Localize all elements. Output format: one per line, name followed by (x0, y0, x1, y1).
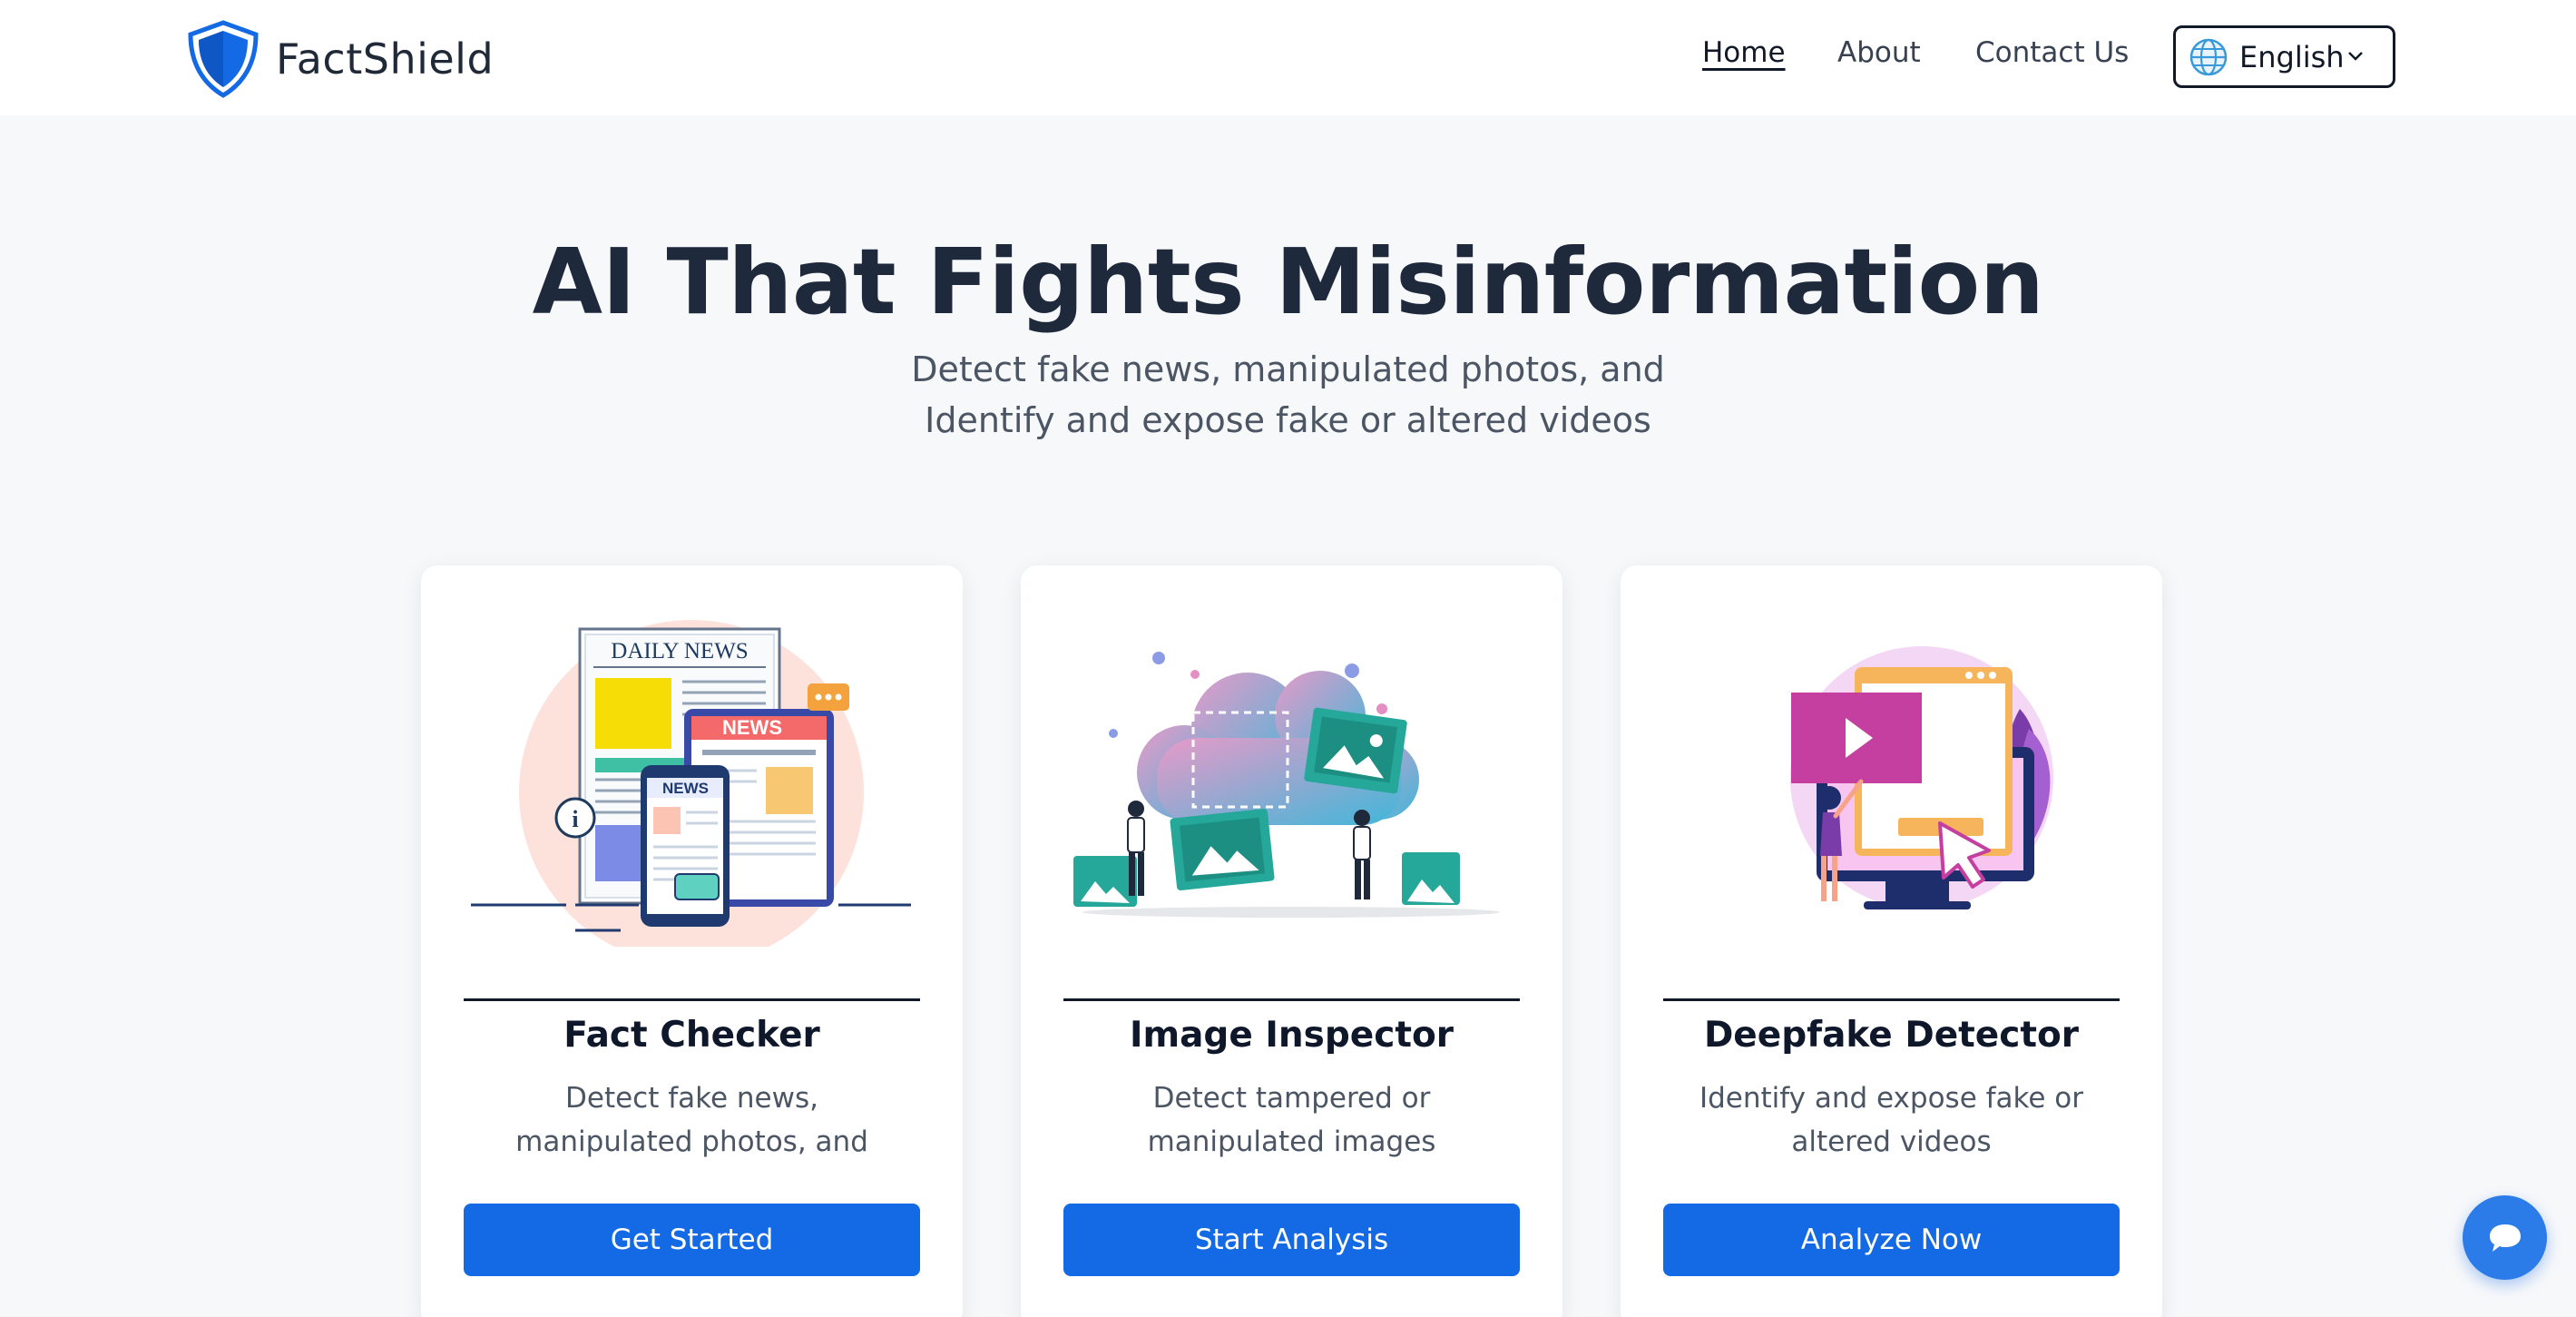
brand[interactable]: FactShield (187, 20, 494, 98)
deepfake-detector-card: Deepfake Detector Identify and expose fa… (1621, 565, 2162, 1317)
hero-subtitle-line-2: Identify and expose fake or altered vide… (925, 400, 1651, 440)
hero-title: AI That Fights Misinformation (532, 229, 2044, 335)
card-divider (1063, 998, 1520, 1001)
image-inspector-card: Image Inspector Detect tampered or manip… (1021, 565, 1562, 1317)
shield-icon (188, 20, 259, 98)
phone-news-text: NEWS (662, 780, 709, 797)
daily-news-text: DAILY NEWS (611, 639, 748, 663)
language-label: English (2239, 39, 2345, 74)
fact-checker-title: Fact Checker (563, 1015, 820, 1056)
start-analysis-button[interactable]: Start Analysis (1063, 1204, 1520, 1276)
nav-about-link[interactable]: About (1837, 36, 1921, 69)
navbar: FactShield Home About Contact Us English (0, 0, 2576, 115)
chevron-down-icon (2348, 52, 2363, 61)
tablet-news-text: NEWS (722, 716, 782, 739)
image-inspection-illustration (1073, 652, 1500, 918)
hero-subtitle-line-1: Detect fake news, manipulated photos, an… (911, 349, 1665, 389)
brand-name: FactShield (276, 34, 495, 84)
card-divider (1663, 998, 2120, 1001)
image-inspector-title: Image Inspector (1129, 1015, 1455, 1056)
news-illustration: DAILY NEWS i NEWS NEWS (471, 620, 911, 947)
image-inspector-description: Detect tampered or manipulated images (1147, 1082, 1436, 1158)
deepfake-detector-description: Identify and expose fake or altered vide… (1699, 1082, 2084, 1158)
fact-checker-description: Detect fake news, manipulated photos, an… (515, 1082, 868, 1158)
get-started-button[interactable]: Get Started (464, 1204, 920, 1276)
video-detection-illustration (1790, 646, 2053, 909)
nav-home-link[interactable]: Home (1702, 36, 1786, 69)
card-divider (464, 998, 920, 1001)
language-select[interactable]: English (2173, 25, 2395, 88)
svg-text:i: i (572, 806, 578, 832)
chat-bubble-icon (2489, 1224, 2521, 1252)
nav-contact-link[interactable]: Contact Us (1975, 36, 2129, 69)
fact-checker-card: DAILY NEWS i NEWS NEWS Fact Checker Dete… (421, 565, 963, 1317)
globe-icon (2189, 38, 2228, 75)
analyze-now-button[interactable]: Analyze Now (1663, 1204, 2120, 1276)
deepfake-detector-title: Deepfake Detector (1703, 1015, 2080, 1056)
chat-button[interactable] (2463, 1195, 2547, 1280)
